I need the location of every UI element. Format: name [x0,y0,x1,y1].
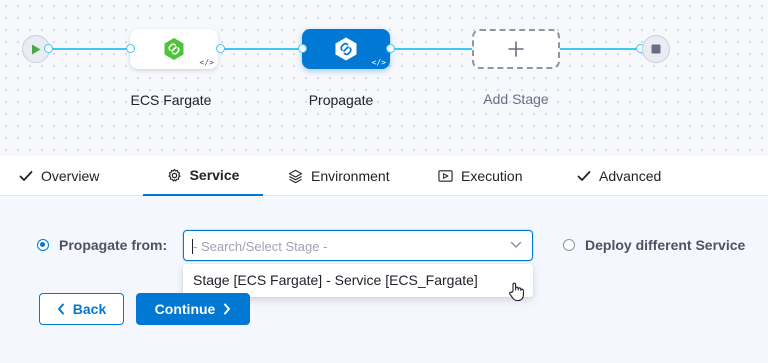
environment-icon [288,169,303,183]
stage-port [216,44,225,53]
tab-advanced[interactable]: Advanced [577,156,661,196]
stage-node-propagate[interactable]: </> [302,29,390,69]
propagate-from-radio[interactable] [37,239,49,251]
connector-line [48,48,130,50]
play-icon [32,44,41,54]
tab-environment[interactable]: Environment [288,156,390,196]
tab-label: Environment [311,168,390,184]
chevron-left-icon [57,303,64,315]
add-stage-button[interactable] [472,29,560,69]
back-button-label: Back [72,301,107,317]
stage-label: Propagate [308,92,374,108]
propagate-from-label: Propagate from: [59,237,168,253]
stage-port [44,44,53,53]
plus-icon [508,41,524,57]
deploy-different-service-radio[interactable] [563,239,575,251]
stage-label: ECS Fargate [130,92,212,108]
continue-button-label: Continue [154,301,216,317]
tab-label: Overview [41,168,100,184]
tab-label: Service [189,167,240,183]
ecs-fargate-icon [164,38,184,60]
chevron-down-icon[interactable] [510,241,522,249]
tab-service[interactable]: Service [143,156,263,196]
yaml-badge: </> [371,58,386,67]
stage-node-ecs-fargate[interactable]: </> [130,29,218,69]
hand-cursor-icon [509,282,524,302]
check-icon [577,171,591,181]
dropdown-option[interactable]: Stage [ECS Fargate] - Service [ECS_Farga… [193,272,478,288]
continue-button[interactable]: Continue [136,293,250,325]
tab-overview[interactable]: Overview [19,156,99,196]
tab-execution[interactable]: Execution [438,156,522,196]
gear-icon [167,168,181,181]
chevron-right-icon [224,303,231,315]
tab-label: Advanced [599,168,662,184]
stage-select-input[interactable]: - Search/Select Stage - [183,230,533,261]
select-placeholder: - Search/Select Stage - [193,239,328,254]
deploy-different-service-label: Deploy different Service [585,237,746,253]
stop-icon [651,44,661,54]
propagate-icon [335,37,357,61]
yaml-badge: </> [199,58,214,67]
stage-label: Add Stage [483,91,549,107]
pipeline-canvas: </> </> ECS Fargate Propagate Add Stage [0,0,768,156]
stage-port [386,44,395,53]
stage-port [126,44,135,53]
connector-line [220,48,302,50]
stage-tabs: Overview Service Environment Execution A… [0,156,768,196]
connector-line [390,48,472,50]
tab-label: Execution [461,168,523,184]
check-icon [19,171,33,181]
back-button[interactable]: Back [39,293,124,325]
execution-icon [438,170,453,182]
pipeline-end-node[interactable] [642,35,670,63]
stage-port [298,44,307,53]
connector-line [560,48,642,50]
